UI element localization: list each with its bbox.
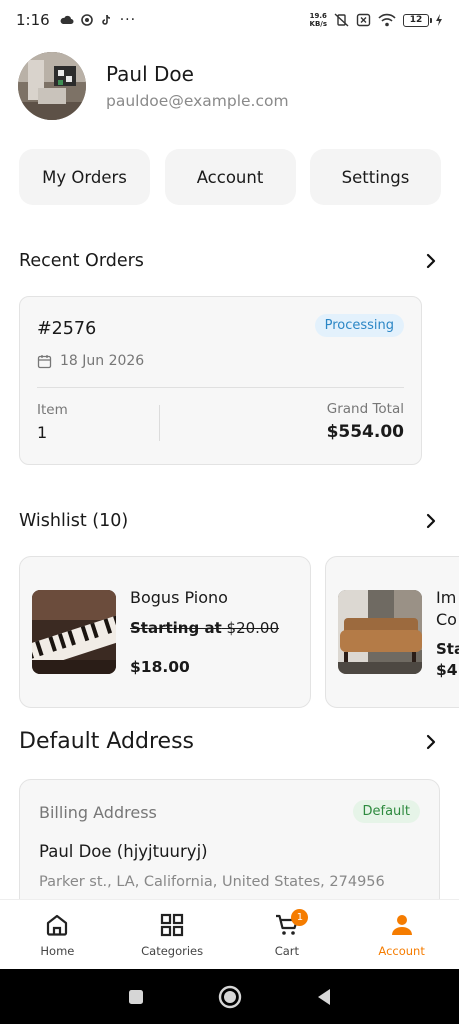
- nav-cart[interactable]: 1 Cart: [230, 900, 345, 969]
- recent-orders-title: Recent Orders: [19, 251, 144, 271]
- system-navigation-bar: [0, 969, 459, 1024]
- divider: [159, 405, 160, 441]
- wishlist-item-price: $18.00: [130, 658, 190, 676]
- order-id: #2576: [37, 319, 97, 339]
- item-count-label: Item: [37, 402, 68, 418]
- grand-total-label: Grand Total: [326, 401, 404, 417]
- grand-total-value: $554.00: [326, 422, 404, 442]
- wishlist-title: Wishlist (10): [19, 511, 129, 531]
- wishlist-item-old-price: Starting at $20.00: [130, 619, 280, 637]
- cloud-icon: [60, 15, 74, 24]
- nav-label: Home: [40, 943, 75, 958]
- profile-email: pauldoe@example.com: [106, 92, 289, 110]
- product-image-sofa: [338, 590, 422, 674]
- bottom-navigation: Home Categories 1 Cart Account: [0, 899, 459, 969]
- nav-label: Cart: [274, 943, 300, 958]
- wishlist-header[interactable]: Wishlist (10): [19, 511, 439, 531]
- wishlist-item-name: Im Co: [436, 588, 457, 629]
- default-address-header[interactable]: Default Address: [19, 729, 439, 754]
- account-button[interactable]: Account: [164, 149, 296, 205]
- wishlist-item[interactable]: Im Co Sta $4: [325, 556, 459, 708]
- address-name: Paul Doe (hjyjtuuryj): [39, 842, 208, 861]
- wishlist-item-name: Bogus Piono: [130, 588, 228, 607]
- chevron-right-icon[interactable]: [423, 513, 439, 529]
- status-badge: Processing: [314, 314, 404, 337]
- order-card[interactable]: #2576 Processing 18 Jun 2026 Item 1 Gran…: [19, 296, 422, 465]
- back-button-icon[interactable]: [315, 987, 333, 1007]
- default-address-title: Default Address: [19, 729, 194, 754]
- order-date-text: 18 Jun 2026: [60, 353, 145, 369]
- wishlist-item-price: $4: [436, 661, 458, 679]
- nav-home[interactable]: Home: [0, 900, 115, 969]
- home-icon: [47, 914, 68, 936]
- battery-indicator: 12: [403, 13, 443, 27]
- chevron-right-icon[interactable]: [423, 734, 439, 750]
- more-notifications-icon: ···: [119, 12, 137, 28]
- recent-orders-header[interactable]: Recent Orders: [19, 251, 439, 271]
- product-image-piano: [32, 590, 116, 674]
- default-badge: Default: [352, 800, 420, 823]
- grid-icon: [161, 913, 184, 936]
- charging-icon: [436, 14, 442, 26]
- chevron-right-icon[interactable]: [423, 253, 439, 269]
- nav-label: Account: [378, 943, 425, 958]
- wifi-icon: [378, 13, 396, 27]
- address-type: Billing Address: [39, 803, 157, 822]
- vibrate-off-icon: [334, 13, 349, 27]
- address-card[interactable]: Billing Address Default Paul Doe (hjyjtu…: [19, 779, 440, 919]
- home-button-icon[interactable]: [218, 985, 242, 1009]
- calendar-icon: [37, 354, 52, 368]
- cart-count-badge: 1: [291, 909, 309, 926]
- item-count-value: 1: [37, 423, 48, 442]
- profile-name: Paul Doe: [106, 62, 194, 86]
- divider: [37, 387, 404, 388]
- order-date: 18 Jun 2026: [37, 353, 144, 369]
- address-line: Parker st., LA, California, United State…: [39, 874, 385, 890]
- my-orders-button[interactable]: My Orders: [19, 149, 150, 205]
- no-sim-icon: [356, 13, 371, 27]
- network-speed: 19.6 KB/s: [309, 12, 327, 28]
- tiktok-icon: [101, 14, 110, 25]
- wishlist-item[interactable]: Bogus Piono Starting at $20.00 $18.00: [19, 556, 311, 708]
- settings-button[interactable]: Settings: [310, 149, 441, 205]
- nav-label: Categories: [141, 943, 204, 958]
- status-time: 1:16: [16, 11, 50, 29]
- nav-categories[interactable]: Categories: [115, 900, 230, 969]
- app-notification-icon: [80, 14, 93, 26]
- profile-header: Paul Doe pauldoe@example.com: [18, 52, 289, 120]
- avatar[interactable]: [18, 52, 86, 120]
- nav-account[interactable]: Account: [344, 900, 459, 969]
- status-bar: 1:16 ··· 19.6 KB/s 12: [0, 0, 459, 40]
- wishlist-item-old-price: Sta: [436, 640, 459, 658]
- person-icon: [391, 914, 412, 935]
- recents-button-icon[interactable]: [127, 988, 145, 1006]
- quick-actions: My Orders Account Settings: [19, 149, 441, 205]
